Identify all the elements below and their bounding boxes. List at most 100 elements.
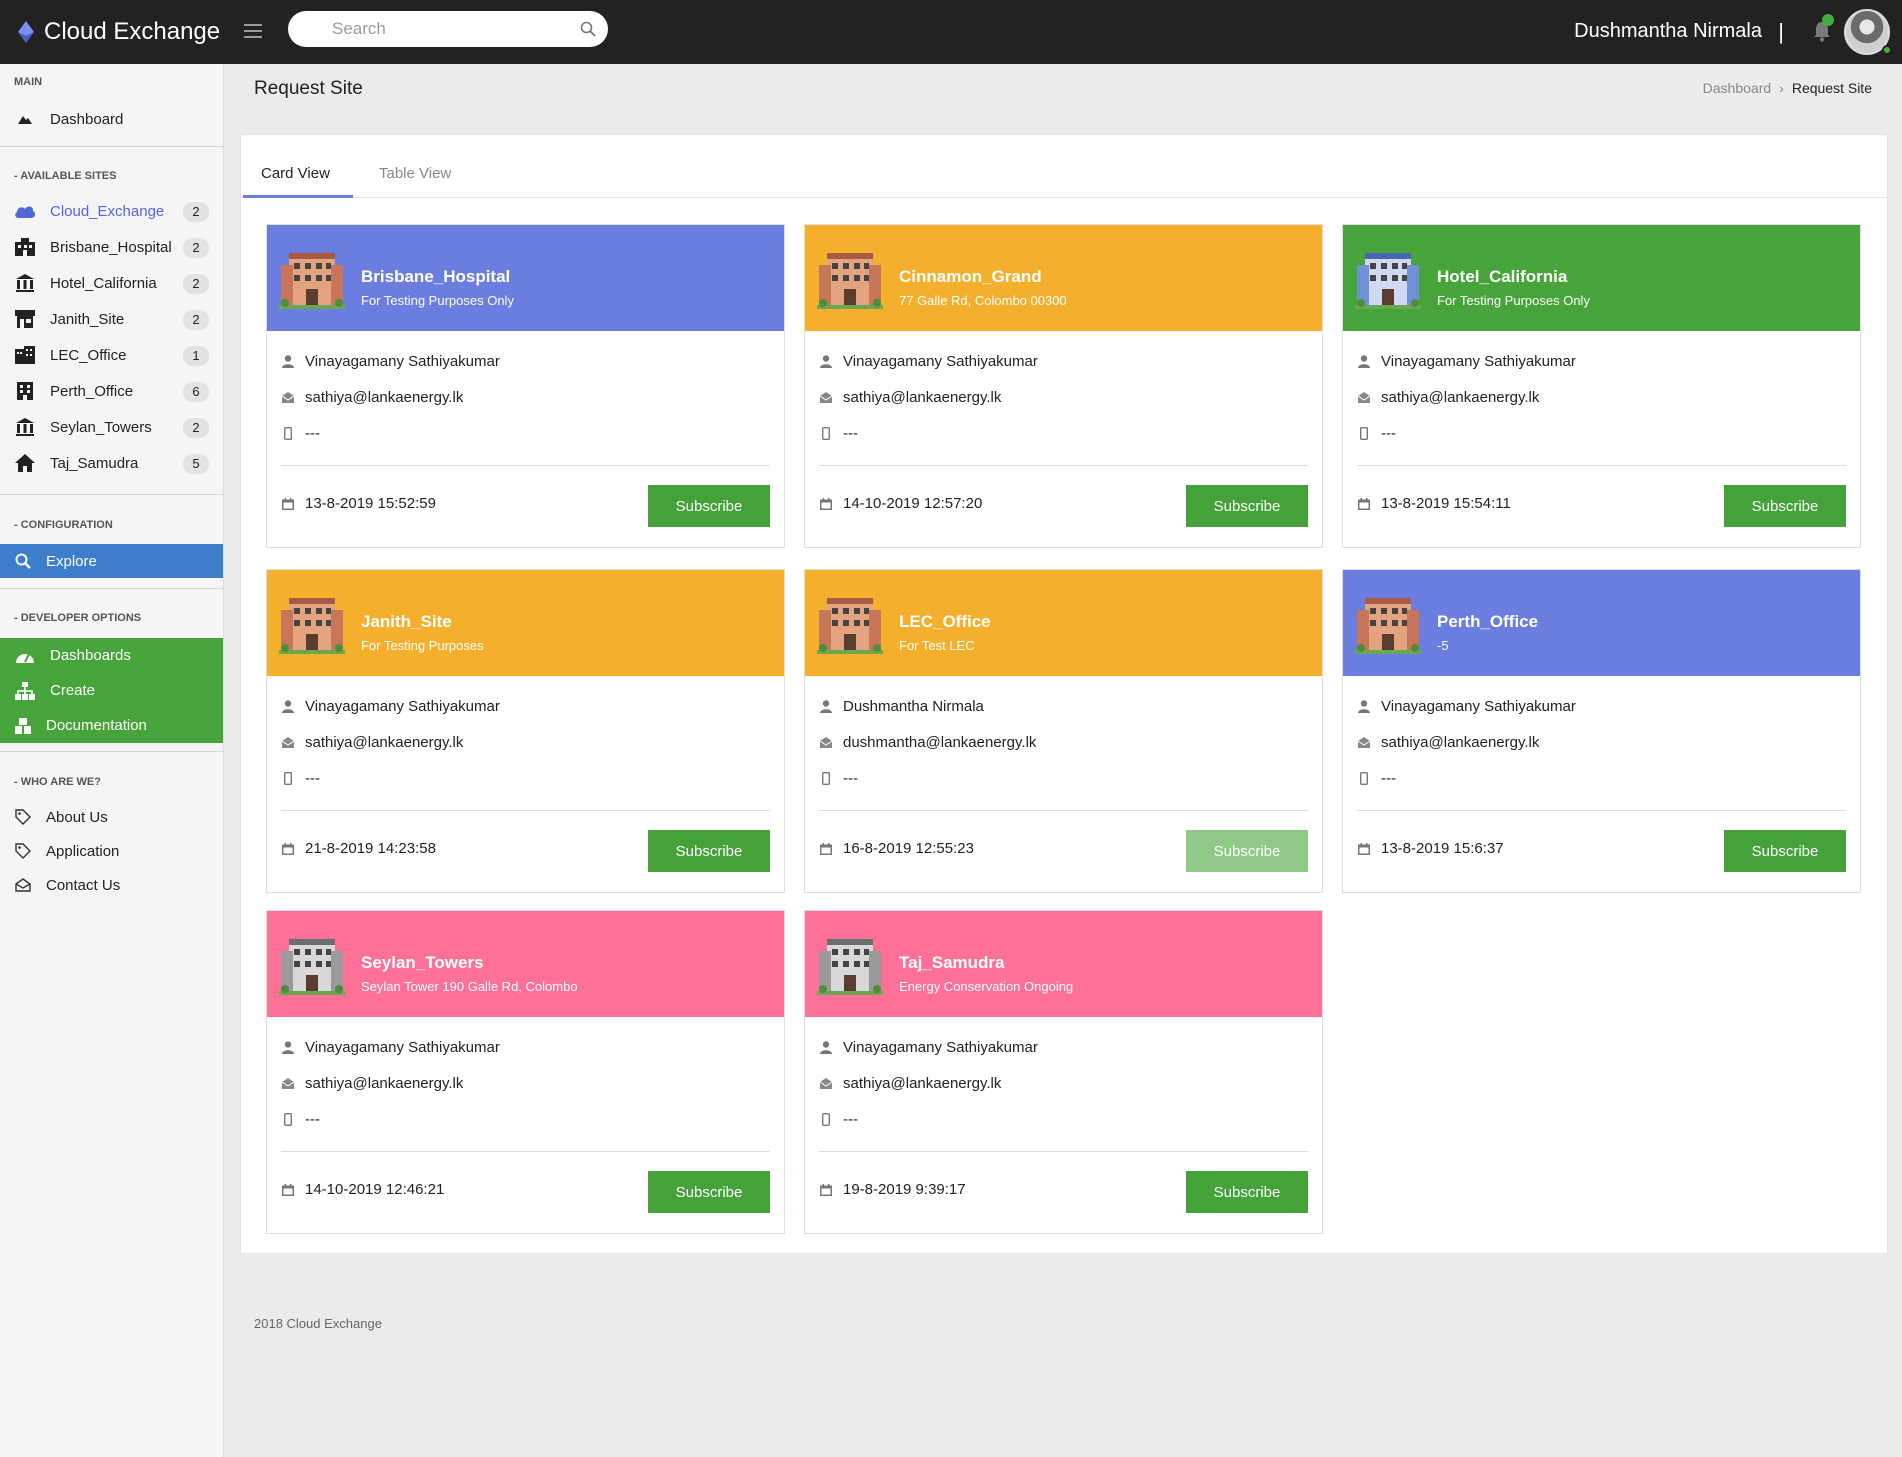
user-icon xyxy=(281,1041,295,1055)
subscribe-button[interactable]: Subscribe xyxy=(1724,485,1846,527)
sidebar-item-brisbane-hospital[interactable]: Brisbane_Hospital 2 xyxy=(0,230,223,264)
card-title: Taj_Samudra xyxy=(899,953,1005,972)
notification-dot xyxy=(1822,14,1834,26)
contact-person-row: Vinayagamany Sathiyakumar xyxy=(281,698,500,715)
calendar-icon xyxy=(1357,497,1371,511)
shop-icon xyxy=(14,310,36,328)
divider xyxy=(281,465,770,466)
sidebar-item-label: Taj_Samudra xyxy=(50,454,139,472)
contact-person-row: Vinayagamany Sathiyakumar xyxy=(819,353,1038,370)
subscribe-button[interactable]: Subscribe xyxy=(1724,830,1846,872)
card-header: Seylan_Towers Seylan Tower 190 Galle Rd, … xyxy=(267,911,784,1017)
sidebar-item-about-us[interactable]: About Us xyxy=(0,800,223,834)
divider xyxy=(1357,810,1846,811)
active-tab-indicator xyxy=(243,195,353,198)
divider xyxy=(281,810,770,811)
divider xyxy=(0,751,223,752)
sidebar-item-documentation[interactable]: Documentation xyxy=(0,708,223,743)
contact-person-row: Dushmantha Nirmala xyxy=(819,698,984,715)
sidebar-item-label: Explore xyxy=(46,552,97,570)
sidebar-item-dashboard[interactable]: Dashboard xyxy=(0,102,223,136)
calendar-icon xyxy=(819,1183,833,1197)
brand[interactable]: Cloud Exchange xyxy=(18,18,220,46)
contact-person: Vinayagamany Sathiyakumar xyxy=(305,698,500,715)
card-body: Vinayagamany Sathiyakumar sathiya@lankaen… xyxy=(1343,331,1860,547)
card-title: Seylan_Towers xyxy=(361,953,484,972)
count-badge: 2 xyxy=(183,310,209,330)
calendar-icon xyxy=(281,842,295,856)
breadcrumb: Dashboard › Request Site xyxy=(1703,80,1872,96)
building-illustration-icon xyxy=(1355,588,1421,656)
breadcrumb-current: Request Site xyxy=(1791,80,1872,96)
cubes-icon xyxy=(12,717,34,735)
tab-table-view[interactable]: Table View xyxy=(379,165,451,182)
sidebar-item-seylan-towers[interactable]: Seylan_Towers 2 xyxy=(0,410,223,444)
card-subtitle: For Test LEC xyxy=(899,638,975,653)
contact-phone-row: --- xyxy=(819,1111,858,1128)
section-title-configuration: - CONFIGURATION xyxy=(14,519,113,531)
sidebar-item-label: Application xyxy=(46,842,120,860)
sidebar-item-application[interactable]: Application xyxy=(0,834,223,868)
site-card: Seylan_Towers Seylan Tower 190 Galle Rd, … xyxy=(266,910,785,1234)
subscribe-button[interactable]: Subscribe xyxy=(648,485,770,527)
card-body: Vinayagamany Sathiyakumar sathiya@lankaen… xyxy=(267,331,784,547)
card-body: Vinayagamany Sathiyakumar sathiya@lankaen… xyxy=(805,1017,1322,1233)
gauge-icon xyxy=(14,647,36,665)
contact-email: sathiya@lankaenergy.lk xyxy=(305,389,464,406)
created-date-row: 14-10-2019 12:57:20 xyxy=(819,495,982,512)
card-body: Vinayagamany Sathiyakumar sathiya@lankaen… xyxy=(267,676,784,892)
search-input[interactable] xyxy=(332,11,592,47)
subscribe-button[interactable]: Subscribe xyxy=(648,830,770,872)
contact-person-row: Vinayagamany Sathiyakumar xyxy=(281,353,500,370)
hamburger-menu-icon[interactable] xyxy=(244,24,262,38)
sidebar-item-taj-samudra[interactable]: Taj_Samudra 5 xyxy=(0,446,223,480)
view-tabs: Card View Table View xyxy=(241,135,1887,198)
contact-phone: --- xyxy=(1381,770,1396,787)
divider xyxy=(281,1151,770,1152)
count-badge: 6 xyxy=(183,382,209,402)
card-subtitle: Seylan Tower 190 Galle Rd, Colombo xyxy=(361,979,578,994)
subscribe-button[interactable]: Subscribe xyxy=(648,1171,770,1213)
count-badge: 2 xyxy=(183,418,209,438)
subscribe-button[interactable]: Subscribe xyxy=(1186,830,1308,872)
card-header: Brisbane_Hospital For Testing Purposes On… xyxy=(267,225,784,331)
card-subtitle: For Testing Purposes xyxy=(361,638,484,653)
institution-icon xyxy=(14,274,36,292)
contact-person-row: Vinayagamany Sathiyakumar xyxy=(281,1039,500,1056)
breadcrumb-home[interactable]: Dashboard xyxy=(1703,80,1772,96)
building-illustration-icon xyxy=(817,588,883,656)
contact-person: Vinayagamany Sathiyakumar xyxy=(843,1039,1038,1056)
sidebar: MAIN Dashboard - AVAILABLE SITES Cloud_E… xyxy=(0,64,224,1457)
created-date-row: 13-8-2019 15:52:59 xyxy=(281,495,436,512)
envelope-icon xyxy=(819,736,833,750)
contact-phone: --- xyxy=(843,425,858,442)
calendar-icon xyxy=(819,497,833,511)
user-name[interactable]: Dushmantha Nirmala xyxy=(1574,20,1762,43)
sidebar-item-janith-site[interactable]: Janith_Site 2 xyxy=(0,302,223,336)
sidebar-item-contact-us[interactable]: Contact Us xyxy=(0,868,223,902)
subscribe-button[interactable]: Subscribe xyxy=(1186,485,1308,527)
sidebar-item-label: Janith_Site xyxy=(50,310,125,328)
sidebar-item-lec-office[interactable]: LEC_Office 1 xyxy=(0,338,223,372)
contact-person: Vinayagamany Sathiyakumar xyxy=(1381,698,1576,715)
contact-person: Vinayagamany Sathiyakumar xyxy=(305,353,500,370)
building-illustration-icon xyxy=(817,929,883,997)
search-icon[interactable] xyxy=(580,21,596,37)
card-header: LEC_Office For Test LEC xyxy=(805,570,1322,676)
contact-person-row: Vinayagamany Sathiyakumar xyxy=(819,1039,1038,1056)
sidebar-item-explore[interactable]: Explore xyxy=(0,544,223,578)
sidebar-item-create[interactable]: Create xyxy=(0,673,223,708)
card-subtitle: Energy Conservation Ongoing xyxy=(899,979,1074,994)
sidebar-item-hotel-california[interactable]: Hotel_California 2 xyxy=(0,266,223,300)
contact-email-row: sathiya@lankaenergy.lk xyxy=(819,389,1001,406)
user-separator: | xyxy=(1778,19,1784,44)
sidebar-item-cloud-exchange[interactable]: Cloud_Exchange 2 xyxy=(0,194,223,228)
subscribe-button[interactable]: Subscribe xyxy=(1186,1171,1308,1213)
tab-card-view[interactable]: Card View xyxy=(261,165,330,182)
sidebar-item-perth-office[interactable]: Perth_Office 6 xyxy=(0,374,223,408)
contact-phone-row: --- xyxy=(281,425,320,442)
count-badge: 5 xyxy=(183,454,209,474)
site-card: Taj_Samudra Energy Conservation Ongoing Vi… xyxy=(804,910,1323,1234)
sidebar-item-dashboards[interactable]: Dashboards xyxy=(0,638,223,673)
contact-email: sathiya@lankaenergy.lk xyxy=(843,1075,1002,1092)
